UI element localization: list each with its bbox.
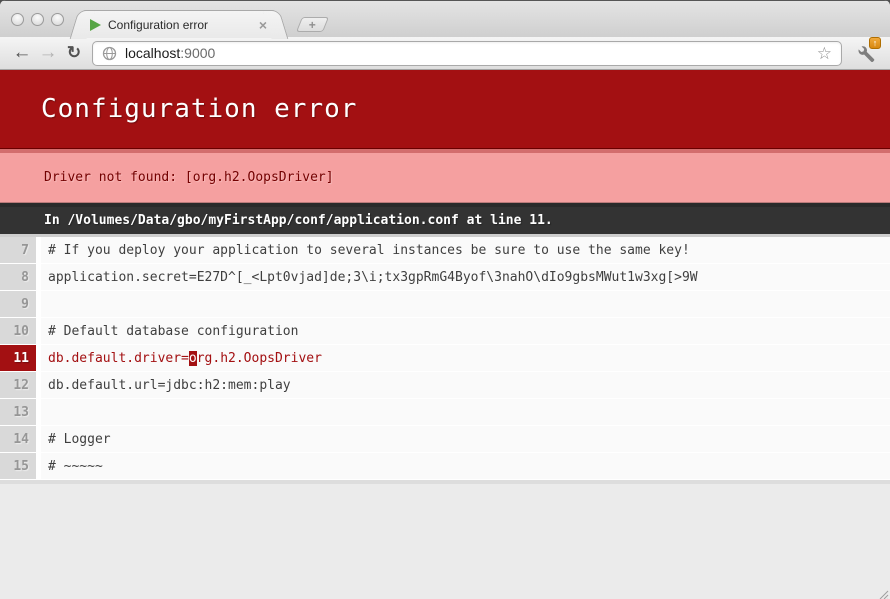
- update-badge: ↑: [869, 37, 881, 49]
- line-number: 10: [0, 318, 36, 344]
- plus-icon: +: [309, 20, 316, 30]
- minimize-button[interactable]: [31, 13, 44, 26]
- line-content: application.secret=E27D^[_<Lpt0vjad]de;3…: [41, 264, 890, 290]
- url-port: :9000: [180, 45, 215, 61]
- line-content: [41, 291, 890, 317]
- line-content: db.default.driver=org.h2.OopsDriver: [41, 345, 890, 371]
- url-host: localhost: [125, 45, 180, 61]
- window-controls: [11, 13, 64, 26]
- code-line: 11 db.default.driver=org.h2.OopsDriver: [0, 345, 890, 371]
- reload-button[interactable]: ↻: [61, 40, 87, 66]
- close-button[interactable]: [11, 13, 24, 26]
- url-text[interactable]: localhost:9000: [125, 45, 215, 61]
- line-number: 14: [0, 426, 36, 452]
- line-number: 8: [0, 264, 36, 290]
- code-block: 7 # If you deploy your application to se…: [0, 234, 890, 484]
- reload-icon: ↻: [67, 43, 81, 63]
- browser-toolbar: ← → ↻ localhost:9000 ☆ ↑: [0, 37, 890, 70]
- line-content: db.default.url=jdbc:h2:mem:play: [41, 372, 890, 398]
- line-content: # ~~~~~: [41, 453, 890, 479]
- line-number: 11: [0, 345, 36, 371]
- code-line: 7 # If you deploy your application to se…: [0, 237, 890, 263]
- new-tab-button[interactable]: +: [296, 17, 329, 32]
- back-arrow-icon: ←: [13, 42, 32, 64]
- line-content: # If you deploy your application to seve…: [41, 237, 890, 263]
- tab-title: Configuration error: [108, 18, 256, 32]
- wrench-menu-button[interactable]: ↑: [849, 39, 881, 67]
- up-arrow-icon: ↑: [873, 38, 878, 48]
- line-number: 15: [0, 453, 36, 479]
- tab-close-icon[interactable]: ×: [256, 18, 270, 32]
- tab-configuration-error[interactable]: Configuration error ×: [82, 10, 276, 38]
- error-page: Configuration error Driver not found: [o…: [0, 70, 890, 599]
- line-content: [41, 399, 890, 425]
- line-number: 13: [0, 399, 36, 425]
- back-button[interactable]: ←: [9, 40, 35, 66]
- resize-grip-icon: [876, 587, 889, 599]
- play-favicon-icon: [90, 19, 101, 31]
- line-content: # Default database configuration: [41, 318, 890, 344]
- line-content: # Logger: [41, 426, 890, 452]
- address-bar[interactable]: localhost:9000 ☆: [92, 41, 842, 66]
- tab-strip: Configuration error × +: [0, 0, 890, 37]
- error-location: In /Volumes/Data/gbo/myFirstApp/conf/app…: [0, 203, 890, 234]
- browser-window: Configuration error × + ← → ↻ localhost: [0, 0, 890, 599]
- code-line: 14 # Logger: [0, 426, 890, 452]
- error-detail: Driver not found: [org.h2.OopsDriver]: [0, 149, 890, 203]
- code-line: 13: [0, 399, 890, 425]
- code-line: 15 # ~~~~~: [0, 453, 890, 479]
- resize-grip[interactable]: [876, 585, 889, 598]
- code-line: 10 # Default database configuration: [0, 318, 890, 344]
- code-line: 8 application.secret=E27D^[_<Lpt0vjad]de…: [0, 264, 890, 290]
- line-number: 12: [0, 372, 36, 398]
- page-title: Configuration error: [0, 70, 890, 149]
- forward-button[interactable]: →: [35, 40, 61, 66]
- error-marker: o: [189, 351, 197, 366]
- code-line: 12 db.default.url=jdbc:h2:mem:play: [0, 372, 890, 398]
- forward-arrow-icon: →: [39, 42, 58, 64]
- zoom-button[interactable]: [51, 13, 64, 26]
- bookmark-star-icon[interactable]: ☆: [817, 45, 832, 62]
- globe-icon[interactable]: [102, 46, 117, 61]
- line-number: 7: [0, 237, 36, 263]
- line-number: 9: [0, 291, 36, 317]
- code-line: 9: [0, 291, 890, 317]
